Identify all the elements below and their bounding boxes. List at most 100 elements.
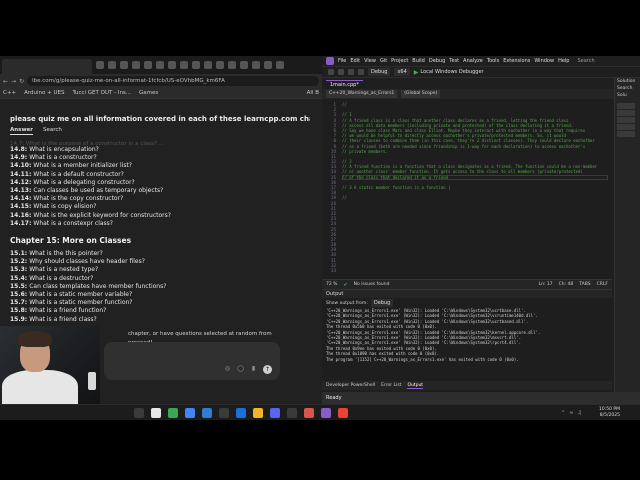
menu-edit[interactable]: Edit [350,58,360,64]
taskbar-app-icon[interactable] [270,408,280,418]
microphone-icon[interactable]: ▮ [250,365,257,372]
editor-status-bar: 72 % ✔ No issues found Ln: 17 Ch: 48 TAB… [322,279,612,289]
menu-build[interactable]: Build [412,58,425,64]
volume-icon[interactable]: ♫ [578,410,582,416]
eol-indicator[interactable]: CRLF [597,282,608,287]
config-dropdown[interactable]: Debug [368,68,391,76]
url-input[interactable]: lbe.com/g/please-quiz-me-on-all-informat… [27,76,319,86]
taskbar-app-icon[interactable] [219,408,229,418]
taskbar-app-icon[interactable] [202,408,212,418]
toolbar-button[interactable] [328,69,334,75]
taskbar-app-icon[interactable] [185,408,195,418]
browser-tab-icon[interactable] [192,61,200,69]
chevron-up-icon[interactable]: ⌃ [561,410,565,416]
browser-tab-icon[interactable] [96,61,104,69]
output-source-dropdown[interactable]: Debug [370,299,394,307]
tree-item[interactable] [617,103,635,109]
bottom-panel-tabs: Developer PowerShell Error List Output [322,381,612,390]
taskbar-clock[interactable]: 10:50 PM 8/5/2025 [599,407,620,418]
menu-test[interactable]: Test [449,58,459,64]
project-dropdown[interactable]: C++20_Warnings_as_Errors1 [326,90,398,98]
all-bookmarks-button[interactable]: All B [307,90,319,96]
chat-composer-input[interactable]: ◎ ◯ ▮ ↑ [104,342,280,380]
browser-tab-icon[interactable] [216,61,224,69]
browser-tab-icon[interactable] [108,61,116,69]
taskbar-app-icon[interactable] [287,408,297,418]
reload-icon[interactable]: ↻ [19,78,24,85]
browser-tab-icon[interactable] [132,61,140,69]
tree-item[interactable] [617,117,635,123]
bookmark-item[interactable]: Games [139,90,158,96]
menu-window[interactable]: Window [534,58,554,64]
menu-help[interactable]: Help [558,58,569,64]
tab-output[interactable]: Output [407,383,424,389]
browser-tab-icon[interactable] [252,61,260,69]
list-item: 14.17: What is a constexpr class? [10,219,113,227]
browser-tab-icon[interactable] [276,61,284,69]
menu-git[interactable]: Git [380,58,387,64]
menu-tools[interactable]: Tools [487,58,499,64]
browser-tab-icon[interactable] [204,61,212,69]
solution-explorer-title[interactable]: Solution [615,78,640,85]
menu-extensions[interactable]: Extensions [503,58,530,64]
send-button[interactable]: ↑ [263,365,272,374]
tab-developer-powershell[interactable]: Developer PowerShell [326,383,375,388]
vs-search-box[interactable]: Search [577,58,594,64]
browser-tab-icon[interactable] [180,61,188,69]
menu-file[interactable]: File [338,58,346,64]
tab-search[interactable]: Search [43,127,62,135]
navigation-bar: C++20_Warnings_as_Errors1 (Global Scope) [322,89,640,99]
list-item: 14.9: What is a constructor? [10,154,97,162]
zoom-level[interactable]: 72 % [326,282,337,287]
tab-answer[interactable]: Answer [10,127,33,135]
back-arrow-icon[interactable]: ← [3,78,8,85]
globe-icon[interactable]: ◎ [224,365,231,372]
bookmark-item[interactable]: Arduino + UES [24,90,64,96]
browser-tab-active[interactable] [2,59,92,74]
forward-arrow-icon[interactable]: → [11,78,16,85]
taskbar-app-icon[interactable] [134,408,144,418]
browser-tab-icon[interactable] [156,61,164,69]
bookmark-item[interactable]: Tucci GET OUT - Ins... [72,90,131,96]
taskbar-app-icon[interactable] [321,408,331,418]
tab-main-cpp[interactable]: 1main.cpp* [326,80,363,89]
browser-tab-icon[interactable] [228,61,236,69]
check-circle-icon: ✔ [343,281,348,288]
taskbar-icons [134,408,348,418]
menu-analyze[interactable]: Analyze [463,58,483,64]
browser-tab-icon[interactable] [144,61,152,69]
tree-item[interactable] [617,124,635,130]
taskbar-app-icon[interactable] [168,408,178,418]
taskbar-app-icon[interactable] [253,408,263,418]
issues-status[interactable]: No issues found [354,282,390,287]
toolbar-button[interactable] [348,69,354,75]
wifi-icon[interactable]: ≈ [569,410,573,416]
browser-tab-icon[interactable] [240,61,248,69]
tab-error-list[interactable]: Error List [381,383,401,388]
menu-project[interactable]: Project [391,58,408,64]
browser-tab-icon[interactable] [264,61,272,69]
attach-icon[interactable]: ◯ [237,365,244,372]
taskbar-app-icon[interactable] [151,408,161,418]
browser-tab-icon[interactable] [120,61,128,69]
solution-explorer-search[interactable]: Search [615,85,640,92]
taskbar-app-icon[interactable] [338,408,348,418]
code-editor[interactable]: 1 2 3 4 5 6 7 8 9 10 11 12 13 14 15 16 17 18 19 20 21 22 23 24 2… [322,99,612,279]
tabs-indicator[interactable]: TABS [579,282,590,287]
platform-dropdown[interactable]: x64 [394,68,410,76]
tree-item[interactable] [617,131,635,137]
bookmark-item[interactable]: C++ [3,90,16,96]
solution-node[interactable]: Solu [615,92,640,99]
webcam-person-hair [18,331,52,347]
menu-debug[interactable]: Debug [429,58,445,64]
toolbar-button[interactable] [358,69,364,75]
scope-dropdown[interactable]: (Global Scope) [401,90,441,98]
taskbar-app-icon[interactable] [304,408,314,418]
list-item: 15.4: What is a destructor? [10,274,94,282]
taskbar-app-icon[interactable] [236,408,246,418]
tree-item[interactable] [617,110,635,116]
menu-view[interactable]: View [364,58,376,64]
toolbar-button[interactable] [338,69,344,75]
run-debugger-button[interactable]: ▶ Local Windows Debugger [414,69,484,76]
browser-tab-icon[interactable] [168,61,176,69]
